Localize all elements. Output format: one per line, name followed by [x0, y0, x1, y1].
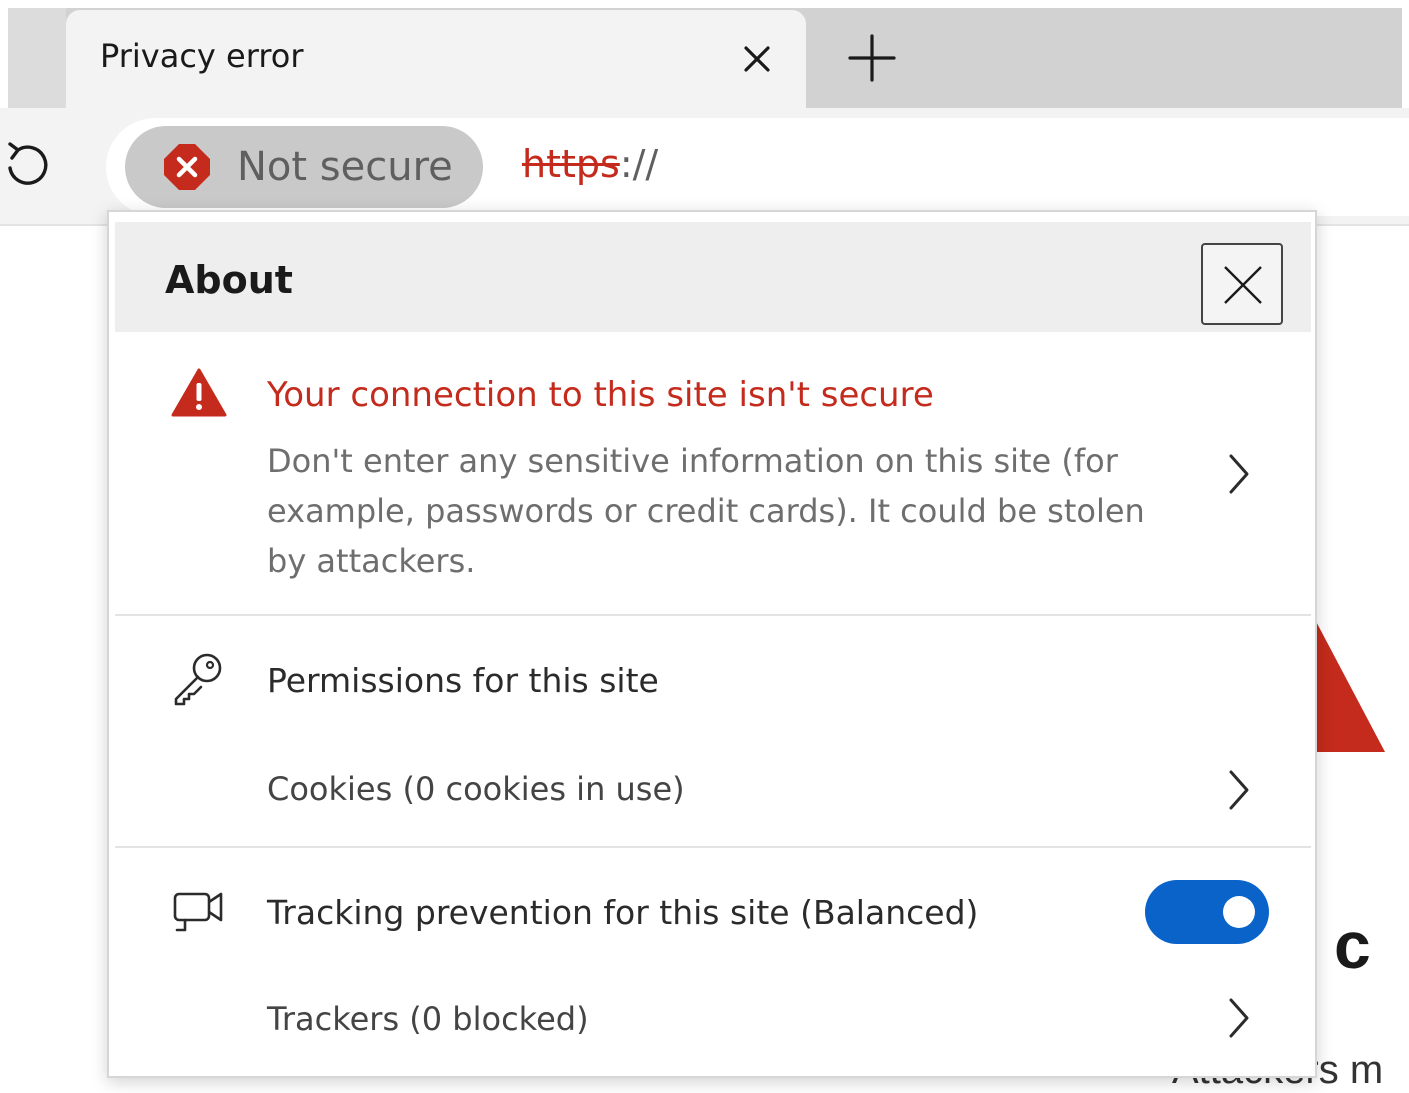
trackers-label: Trackers (0 blocked) — [267, 1000, 589, 1038]
not-secure-label: Not secure — [237, 144, 453, 190]
new-tab-button[interactable] — [846, 32, 898, 84]
tab-close-button[interactable] — [738, 40, 776, 78]
tab-strip-left-edge — [8, 8, 66, 108]
flyout-header: About — [115, 222, 1311, 332]
key-icon — [174, 653, 222, 706]
tab-strip: Privacy error — [0, 0, 1409, 108]
url-rest: :// — [619, 142, 659, 186]
permissions-section: Permissions for this site Cookies (0 coo… — [115, 616, 1311, 844]
permissions-heading: Permissions for this site — [267, 661, 659, 700]
tracking-prevention-toggle[interactable] — [1145, 880, 1269, 944]
connection-warning-title: Your connection to this site isn't secur… — [267, 375, 934, 415]
url-text[interactable]: https:// — [522, 141, 658, 187]
cookies-row[interactable]: Cookies (0 cookies in use) — [115, 744, 1311, 834]
trackers-row[interactable]: Trackers (0 blocked) — [115, 974, 1311, 1064]
refresh-icon — [8, 142, 48, 185]
browser-window: Privacy error Not secure https:// r c m … — [0, 0, 1409, 1093]
chevron-right-icon — [1229, 770, 1249, 810]
tracking-prevention-heading: Tracking prevention for this site (Balan… — [267, 893, 979, 932]
close-icon — [744, 46, 770, 72]
connection-warning-description: Don't enter any sensitive information on… — [267, 442, 1145, 580]
warning-triangle-icon — [171, 368, 227, 417]
refresh-button[interactable] — [4, 138, 50, 192]
toggle-knob — [1223, 896, 1255, 928]
site-info-button[interactable]: Not secure — [125, 126, 483, 208]
close-icon — [1224, 266, 1262, 304]
plus-icon — [848, 34, 896, 82]
flyout-title: About — [165, 258, 293, 302]
connection-status-row[interactable]: Your connection to this site isn't secur… — [115, 332, 1311, 614]
tab-title: Privacy error — [100, 37, 304, 75]
cookies-label: Cookies (0 cookies in use) — [267, 770, 685, 808]
tracking-prevention-section: Tracking prevention for this site (Balan… — [115, 848, 1311, 1074]
url-scheme: https — [522, 142, 620, 186]
tracking-camera-icon — [173, 892, 223, 932]
chevron-right-icon — [1229, 454, 1249, 494]
site-info-flyout: About Your connection to this site isn't… — [107, 210, 1317, 1078]
chevron-right-icon — [1229, 998, 1249, 1038]
error-circle-icon — [164, 144, 210, 190]
flyout-close-button[interactable] — [1201, 243, 1283, 325]
